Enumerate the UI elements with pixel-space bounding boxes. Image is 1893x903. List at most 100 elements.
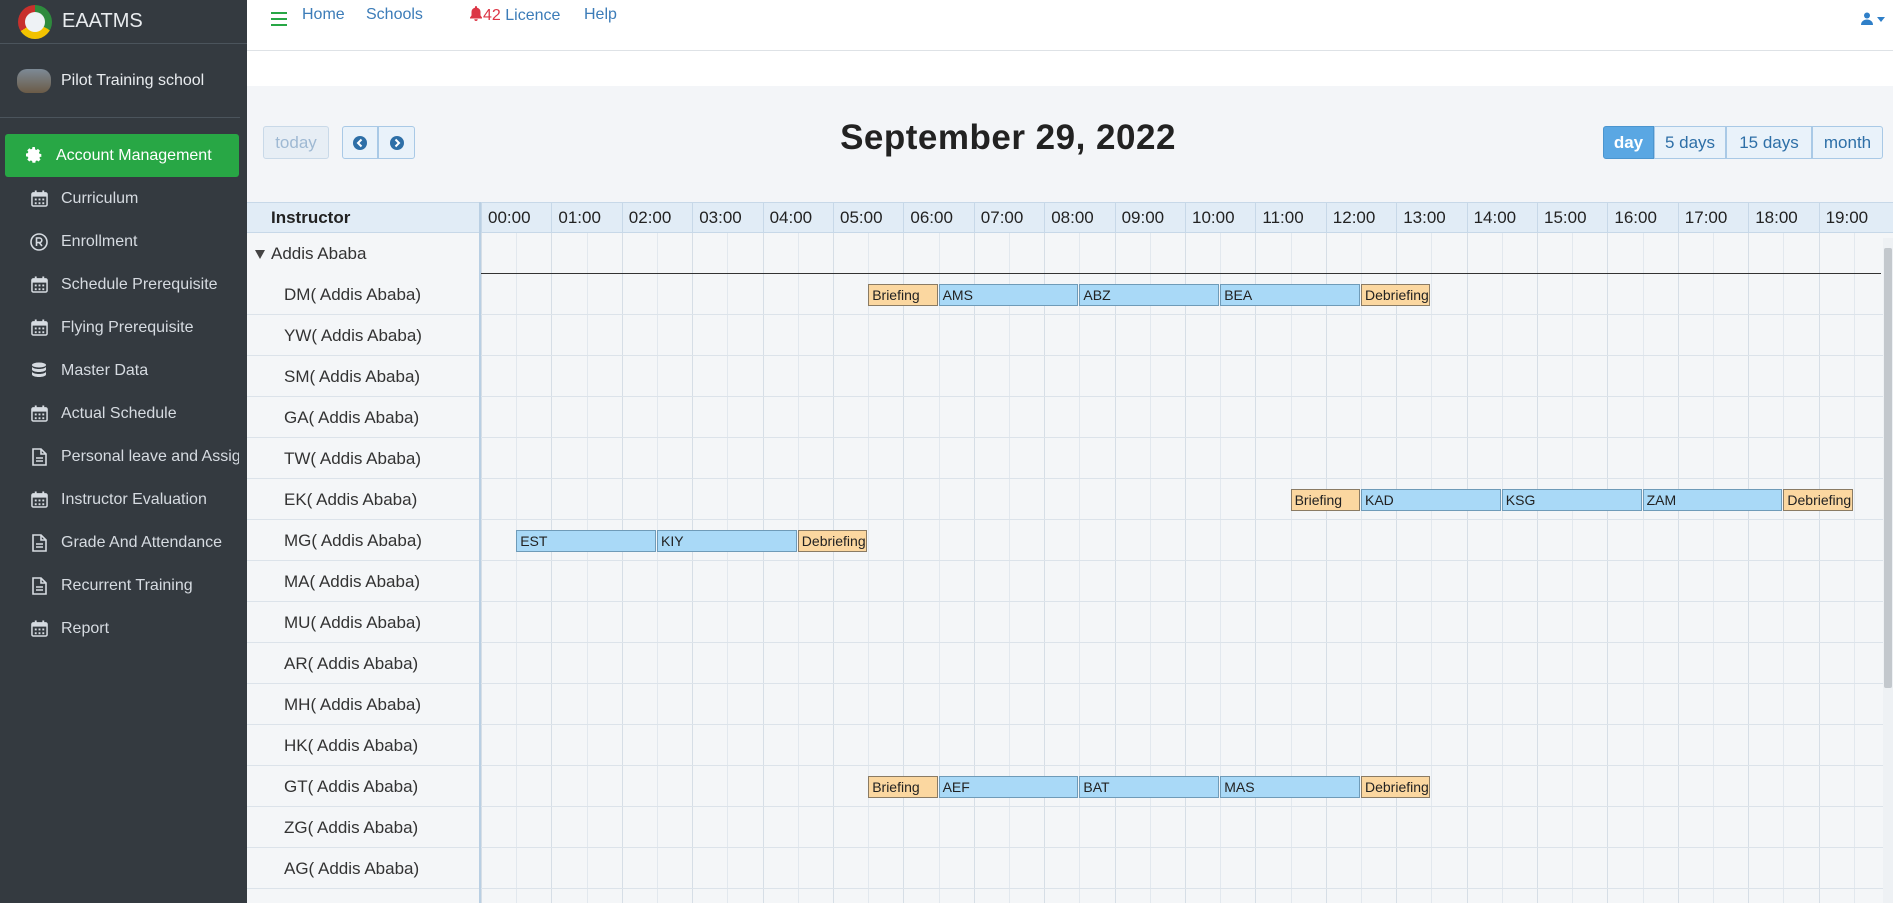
sidebar-item-report[interactable]: Report — [5, 607, 239, 650]
calendar-icon — [29, 490, 49, 510]
calendar-icon — [29, 189, 49, 209]
scroll-thumb[interactable] — [1884, 248, 1892, 688]
view-day-button[interactable]: day — [1603, 126, 1654, 159]
vertical-scrollbar[interactable] — [1883, 238, 1893, 903]
time-slot-label: 13:00 — [1396, 203, 1466, 232]
resource-label: DM( Addis Ababa) — [284, 285, 422, 304]
view-15-days-button[interactable]: 15 days — [1726, 126, 1812, 159]
flight-leg-event[interactable]: EST — [516, 530, 656, 552]
prev-button[interactable] — [342, 126, 378, 159]
calendar-icon — [29, 275, 49, 295]
school-avatar — [17, 68, 51, 93]
flight-leg-event[interactable]: BAT — [1079, 776, 1220, 798]
sidebar-item-grade-and-attendance[interactable]: Grade And Attendance — [5, 521, 239, 564]
scheduler-grid: Instructor 00:00 01:00 02:00 03:00 04:00 05:0… — [247, 202, 1893, 903]
flight-leg-event[interactable]: AEF — [938, 776, 1079, 798]
resource-divider[interactable] — [479, 202, 481, 903]
content-header — [247, 51, 1893, 86]
resource-row[interactable]: HK( Addis Ababa) — [247, 725, 1893, 766]
school-name: Pilot Training school — [61, 71, 205, 89]
flight-leg-event[interactable]: ABZ — [1079, 284, 1220, 306]
group-row[interactable]: Addis Ababa — [247, 233, 1893, 274]
resource-row[interactable]: ZG( Addis Ababa) — [247, 807, 1893, 848]
sidebar-item-flying-prerequisite[interactable]: Flying Prerequisite — [5, 306, 239, 349]
resource-row[interactable]: MG( Addis Ababa) — [247, 520, 1893, 561]
briefing-event[interactable]: Briefing — [1290, 489, 1360, 511]
time-slot-label: 12:00 — [1325, 203, 1396, 232]
sidebar-item-label: Recurrent Training — [61, 576, 193, 594]
school-panel[interactable]: Pilot Training school — [0, 44, 240, 118]
resource-row[interactable]: AR( Addis Ababa) — [247, 643, 1893, 684]
sidebar-item-recurrent-training[interactable]: Recurrent Training — [5, 564, 239, 607]
nav-licence-link[interactable]: 42 Licence — [469, 6, 560, 25]
registered-icon — [29, 232, 49, 252]
time-slot-label: 00:00 — [481, 203, 551, 232]
resource-label: MA( Addis Ababa) — [284, 572, 421, 591]
briefing-event[interactable]: Debriefing — [797, 530, 868, 552]
sidebar-item-actual-schedule[interactable]: Actual Schedule — [5, 392, 239, 435]
resource-row[interactable]: SM( Addis Ababa) — [247, 356, 1893, 397]
flight-leg-event[interactable]: AMS — [938, 284, 1079, 306]
sidebar-item-label: Schedule Prerequisite — [61, 275, 218, 293]
briefing-event[interactable]: Debriefing — [1361, 284, 1431, 306]
menu-toggle-icon[interactable] — [271, 12, 287, 26]
sidebar-item-label: Account Management — [56, 146, 212, 164]
time-slot-label: 11:00 — [1255, 203, 1325, 232]
nav-help-link[interactable]: Help — [584, 6, 617, 24]
sidebar-item-label: Instructor Evaluation — [61, 490, 207, 508]
document-icon — [29, 447, 49, 467]
sidebar-item-personal-leave-and-assignm[interactable]: Personal leave and Assignm — [5, 435, 239, 478]
time-slot-label: 01:00 — [551, 203, 621, 232]
sidebar-nav: Account Management Curriculum Enrollment Sc… — [0, 118, 247, 650]
flight-leg-event[interactable]: BEA — [1220, 284, 1360, 306]
resource-label: MU( Addis Ababa) — [284, 613, 422, 632]
brand-link[interactable]: EAATMS — [0, 0, 247, 44]
resource-row[interactable]: YW( Addis Ababa) — [247, 315, 1893, 356]
resource-row[interactable]: TW( Addis Ababa) — [247, 438, 1893, 479]
flight-leg-event[interactable]: KIY — [657, 530, 797, 552]
chevron-right-circle-icon — [389, 135, 404, 150]
briefing-event[interactable]: Debriefing — [1783, 489, 1853, 511]
briefing-event[interactable]: Briefing — [868, 284, 938, 306]
database-icon — [29, 361, 49, 381]
next-button[interactable] — [378, 126, 415, 159]
group-label[interactable]: Addis Ababa — [247, 233, 479, 274]
resource-header: Instructor — [247, 202, 479, 233]
caret-down-icon — [1877, 17, 1885, 22]
time-slot-label: 16:00 — [1607, 203, 1677, 232]
sidebar-item-master-data[interactable]: Master Data — [5, 349, 239, 392]
sidebar-item-account-management[interactable]: Account Management — [5, 134, 239, 177]
gear-icon — [24, 146, 44, 166]
flight-leg-event[interactable]: ZAM — [1642, 489, 1783, 511]
today-button[interactable]: today — [263, 126, 329, 159]
nav-home-link[interactable]: Home — [302, 6, 345, 24]
sidebar-item-label: Personal leave and Assignm — [61, 447, 239, 465]
time-slot-label: 18:00 — [1748, 203, 1818, 232]
calendar-icon — [29, 619, 49, 639]
flight-leg-event[interactable]: KAD — [1361, 489, 1501, 511]
flight-leg-event[interactable]: MAS — [1220, 776, 1360, 798]
resource-row[interactable]: MH( Addis Ababa) — [247, 684, 1893, 725]
sidebar-item-label: Enrollment — [61, 232, 138, 250]
view-month-button[interactable]: month — [1812, 126, 1883, 159]
resource-row[interactable]: AG( Addis Ababa) — [247, 848, 1893, 889]
resource-label: SM( Addis Ababa) — [284, 367, 421, 386]
briefing-event[interactable]: Debriefing — [1361, 776, 1431, 798]
sidebar-item-instructor-evaluation[interactable]: Instructor Evaluation — [5, 478, 239, 521]
view-5-days-button[interactable]: 5 days — [1654, 126, 1726, 159]
resource-label: GT( Addis Ababa) — [284, 777, 419, 796]
sidebar-item-schedule-prerequisite[interactable]: Schedule Prerequisite — [5, 263, 239, 306]
resource-label: GA( Addis Ababa) — [284, 408, 420, 427]
time-slot-label: 07:00 — [973, 203, 1044, 232]
user-menu-button[interactable] — [1861, 12, 1885, 28]
flight-leg-event[interactable]: KSG — [1501, 489, 1642, 511]
resource-row[interactable]: MU( Addis Ababa) — [247, 602, 1893, 643]
nav-schools-link[interactable]: Schools — [366, 6, 423, 24]
time-slot-label: 15:00 — [1537, 203, 1607, 232]
brand-name: EAATMS — [62, 10, 143, 32]
sidebar-item-curriculum[interactable]: Curriculum — [5, 177, 239, 220]
sidebar-item-enrollment[interactable]: Enrollment — [5, 220, 239, 263]
resource-row[interactable]: MA( Addis Ababa) — [247, 561, 1893, 602]
resource-row[interactable]: GA( Addis Ababa) — [247, 397, 1893, 438]
briefing-event[interactable]: Briefing — [868, 776, 938, 798]
